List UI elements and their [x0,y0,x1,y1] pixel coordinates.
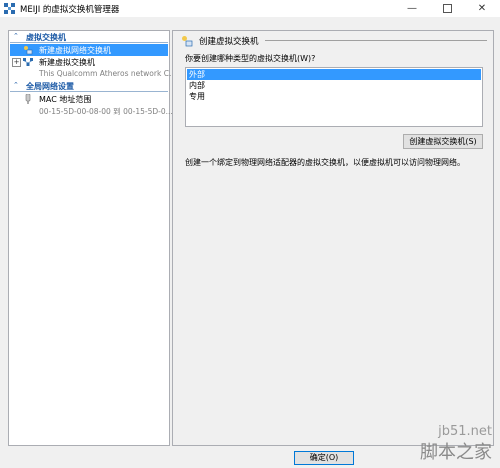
watermark-name: 脚本之家 [420,442,492,463]
tree-item-new-virtual-switch[interactable]: + 新建虚拟交换机 [10,56,168,68]
new-switch-icon [24,46,33,55]
minimize-icon: — [407,3,417,14]
tree-item-label: 新建虚拟交换机 [39,58,95,67]
switch-type-description: 创建一个绑定到物理网络适配器的虚拟交换机，以便虚拟机可以访问物理网络。 [185,158,465,167]
ok-button[interactable]: 确定(O) [294,451,354,465]
collapse-icon[interactable]: ⌃ [13,32,19,40]
tree-item-new-virtual-network-switch[interactable]: 新建虚拟网络交换机 [10,44,168,56]
network-switch-icon [23,58,33,66]
mac-address-icon [25,94,31,104]
tree-item-label: MAC 地址范围 [39,95,92,104]
list-item-private[interactable]: 专用 [187,91,481,102]
collapse-icon[interactable]: ⌃ [13,81,19,89]
maximize-button[interactable] [431,0,463,17]
tree-item-mac-address-range[interactable]: MAC 地址范围 [10,93,168,105]
navigation-pane: ⌃ 虚拟交换机 新建虚拟网络交换机 + 新建虚拟交换机 This Qualcom… [8,30,176,446]
list-item-external[interactable]: 外部 [187,69,481,80]
watermark-domain: jb51.net [438,424,492,439]
site-watermark: jb51.net 脚本之家 [396,424,496,464]
section-virtual-switches[interactable]: ⌃ 虚拟交换机 [10,32,168,42]
heading-divider [265,40,487,41]
tree-item-label: 新建虚拟网络交换机 [39,46,111,55]
section-divider [10,42,168,43]
window-title: MEIJI 的虚拟交换机管理器 [20,5,120,15]
list-item-internal[interactable]: 内部 [187,80,481,91]
mac-range-value: 00-15-5D-00-08-00 到 00-15-5D-0... [39,107,173,116]
switch-type-list[interactable]: 外部 内部 专用 [185,67,483,127]
minimize-button[interactable]: — [396,0,428,17]
title-bar: MEIJI 的虚拟交换机管理器 — ✕ [0,0,500,17]
expand-icon[interactable]: + [12,58,21,67]
adapter-description: This Qualcomm Atheros network C... [39,69,177,78]
section-divider [10,91,168,92]
details-pane: 创建虚拟交换机 你要创建哪种类型的虚拟交换机(W)? 外部 内部 专用 创建虚拟… [172,30,494,446]
close-button[interactable]: ✕ [466,0,498,17]
hyper-v-switch-icon [4,3,15,14]
page-title: 创建虚拟交换机 [199,37,259,47]
close-icon: ✕ [477,3,487,14]
create-virtual-switch-button[interactable]: 创建虚拟交换机(S) [403,134,483,149]
switch-type-label: 你要创建哪种类型的虚拟交换机(W)? [185,54,316,63]
new-switch-icon [182,36,193,47]
maximize-icon [442,3,452,13]
section-global-network-settings[interactable]: ⌃ 全局网络设置 [10,81,168,91]
